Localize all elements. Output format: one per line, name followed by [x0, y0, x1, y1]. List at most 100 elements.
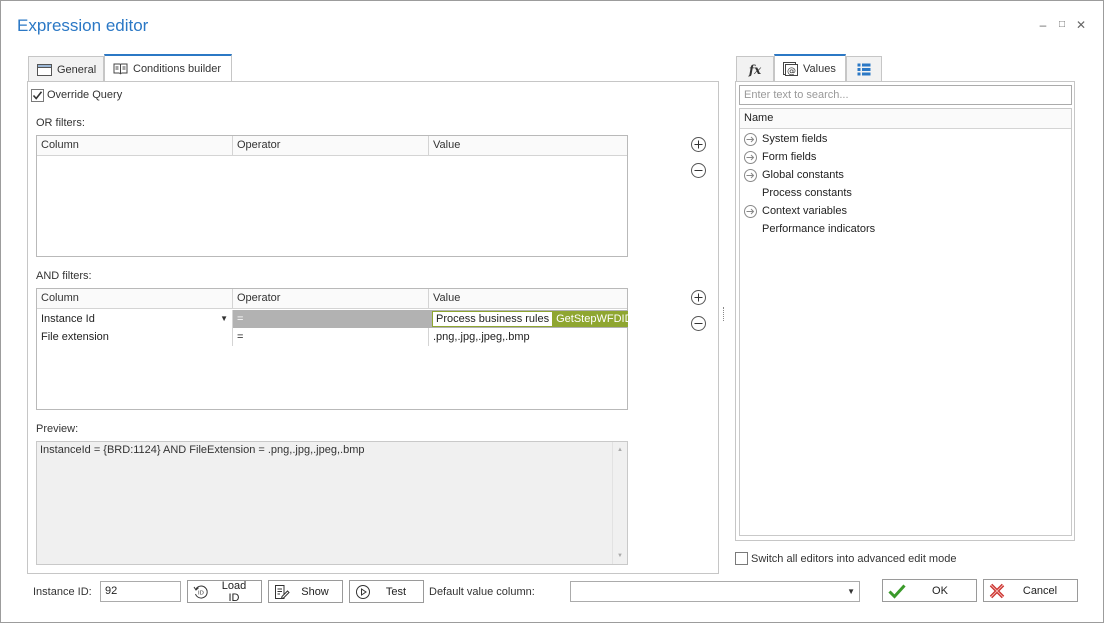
test-label: Test — [385, 585, 407, 598]
conditions-panel: Override Query OR filters: Column Operat… — [27, 81, 719, 574]
values-tree[interactable]: Name System fields Form fields Global co… — [739, 108, 1072, 536]
load-id-label: Load ID — [221, 579, 247, 604]
fx-icon: fx — [748, 62, 762, 77]
book-icon — [113, 63, 128, 75]
load-id-icon: ID — [193, 584, 209, 600]
and-filters-label: AND filters: — [36, 270, 92, 282]
tree-item-form-fields[interactable]: Form fields — [744, 148, 816, 166]
list-icon — [857, 63, 871, 76]
close-icon[interactable]: ✕ — [1074, 18, 1088, 32]
or-filters-grid[interactable]: Column Operator Value — [36, 135, 628, 257]
cancel-label: Cancel — [1022, 584, 1058, 597]
tree-item-label: Context variables — [762, 205, 847, 217]
column-header[interactable]: Column — [37, 136, 233, 156]
chevron-down-icon[interactable]: ▼ — [847, 582, 855, 601]
check-icon — [888, 583, 906, 599]
show-button[interactable]: Show — [268, 580, 343, 603]
operator-header[interactable]: Operator — [233, 136, 429, 156]
and-add-button[interactable] — [691, 290, 706, 305]
tab-list[interactable] — [846, 56, 882, 82]
minus-icon — [694, 170, 703, 171]
tab-general-label: General — [57, 63, 97, 76]
tree-item-process-constants[interactable]: Process constants — [744, 184, 852, 202]
table-row[interactable]: Instance Id ▼ = Process business rules Ge… — [37, 310, 628, 328]
name-header[interactable]: Name — [740, 109, 1071, 129]
tab-values-label: Values — [803, 63, 836, 75]
expand-arrow-icon[interactable] — [744, 150, 757, 164]
or-remove-button[interactable] — [691, 163, 706, 178]
window-title: Expression editor — [17, 16, 149, 35]
tab-general[interactable]: General — [28, 56, 104, 82]
or-add-button[interactable] — [691, 137, 706, 152]
search-input[interactable]: Enter text to search... — [739, 85, 1072, 105]
ok-label: OK — [932, 584, 948, 597]
document-edit-icon — [274, 584, 290, 600]
and-filters-grid[interactable]: Column Operator Value Instance Id ▼ = Pr… — [36, 288, 628, 410]
load-id-button[interactable]: ID Load ID — [187, 579, 262, 604]
scroll-up-icon[interactable]: ▲ — [617, 447, 623, 453]
tree-item-context-variables[interactable]: Context variables — [744, 202, 847, 220]
minimize-icon[interactable]: – — [1036, 18, 1050, 32]
tab-values[interactable]: @ Values — [774, 54, 846, 82]
advanced-mode-label: Switch all editors into advanced edit mo… — [751, 553, 957, 565]
default-value-column-label: Default value column: — [429, 586, 535, 598]
value-header[interactable]: Value — [429, 289, 628, 309]
tree-item-performance-indicators[interactable]: Performance indicators — [744, 220, 875, 238]
operator-cell[interactable]: = — [233, 310, 429, 328]
cancel-x-icon — [989, 583, 1005, 599]
window-icon — [37, 63, 52, 76]
tree-item-label: Form fields — [762, 151, 817, 163]
tab-conditions-builder[interactable]: Conditions builder — [104, 54, 232, 82]
checkmark-icon — [32, 91, 43, 100]
play-icon — [355, 584, 371, 600]
value-cell[interactable]: .png,.jpg,.jpeg,.bmp — [429, 328, 628, 346]
column-cell[interactable]: File extension — [37, 328, 233, 346]
and-remove-button[interactable] — [691, 316, 706, 331]
cancel-button[interactable]: Cancel — [983, 579, 1078, 602]
column-header[interactable]: Column — [37, 289, 233, 309]
column-dropdown[interactable]: Instance Id ▼ — [37, 310, 233, 328]
preview-scrollbar[interactable]: ▲ ▼ — [612, 442, 627, 564]
svg-text:@: @ — [787, 67, 796, 77]
override-query-checkbox[interactable] — [31, 89, 44, 102]
show-label: Show — [301, 585, 329, 598]
default-value-column-dropdown[interactable]: ▼ — [570, 581, 860, 602]
function-tag[interactable]: GetStepWFDID — [553, 311, 628, 327]
test-button[interactable]: Test — [349, 580, 424, 603]
operator-header[interactable]: Operator — [233, 289, 429, 309]
tab-functions[interactable]: fx — [736, 56, 774, 82]
scroll-down-icon[interactable]: ▼ — [617, 553, 623, 559]
tree-item-label: Performance indicators — [762, 223, 876, 235]
tree-item-label: Global constants — [762, 169, 844, 181]
svg-text:ID: ID — [198, 590, 204, 596]
expression-editor-window: Expression editor – □ ✕ General Conditio… — [0, 0, 1104, 623]
column-value: Instance Id — [41, 313, 95, 325]
values-panel: Enter text to search... Name System fiel… — [735, 81, 1075, 541]
expand-arrow-icon[interactable] — [744, 204, 757, 218]
splitter-handle[interactable] — [723, 307, 725, 321]
preview-box: InstanceId = {BRD:1124} AND FileExtensio… — [36, 441, 628, 565]
tree-item-label: System fields — [762, 133, 828, 145]
table-row[interactable]: File extension = .png,.jpg,.jpeg,.bmp — [37, 328, 627, 346]
plus-icon — [694, 293, 703, 302]
tab-conditions-builder-label: Conditions builder — [133, 63, 222, 75]
tree-item-system-fields[interactable]: System fields — [744, 130, 827, 148]
instance-id-label: Instance ID: — [33, 586, 92, 598]
business-rule-tag[interactable]: Process business rules — [432, 311, 554, 327]
operator-cell[interactable]: = — [233, 328, 429, 346]
tree-item-global-constants[interactable]: Global constants — [744, 166, 844, 184]
plus-icon — [694, 140, 703, 149]
chevron-down-icon[interactable]: ▼ — [220, 310, 228, 328]
or-grid-header: Column Operator Value — [37, 136, 627, 156]
advanced-mode-checkbox[interactable] — [735, 552, 748, 565]
maximize-icon[interactable]: □ — [1055, 18, 1069, 32]
minus-icon — [694, 323, 703, 324]
expand-arrow-icon[interactable] — [744, 168, 757, 182]
ok-button[interactable]: OK — [882, 579, 977, 602]
expand-arrow-icon[interactable] — [744, 132, 757, 146]
value-cell[interactable]: Process business rules GetStepWFDID — [429, 310, 628, 328]
value-header[interactable]: Value — [429, 136, 628, 156]
and-grid-header: Column Operator Value — [37, 289, 627, 309]
instance-id-input[interactable]: 92 — [100, 581, 181, 602]
or-filters-label: OR filters: — [36, 117, 85, 129]
